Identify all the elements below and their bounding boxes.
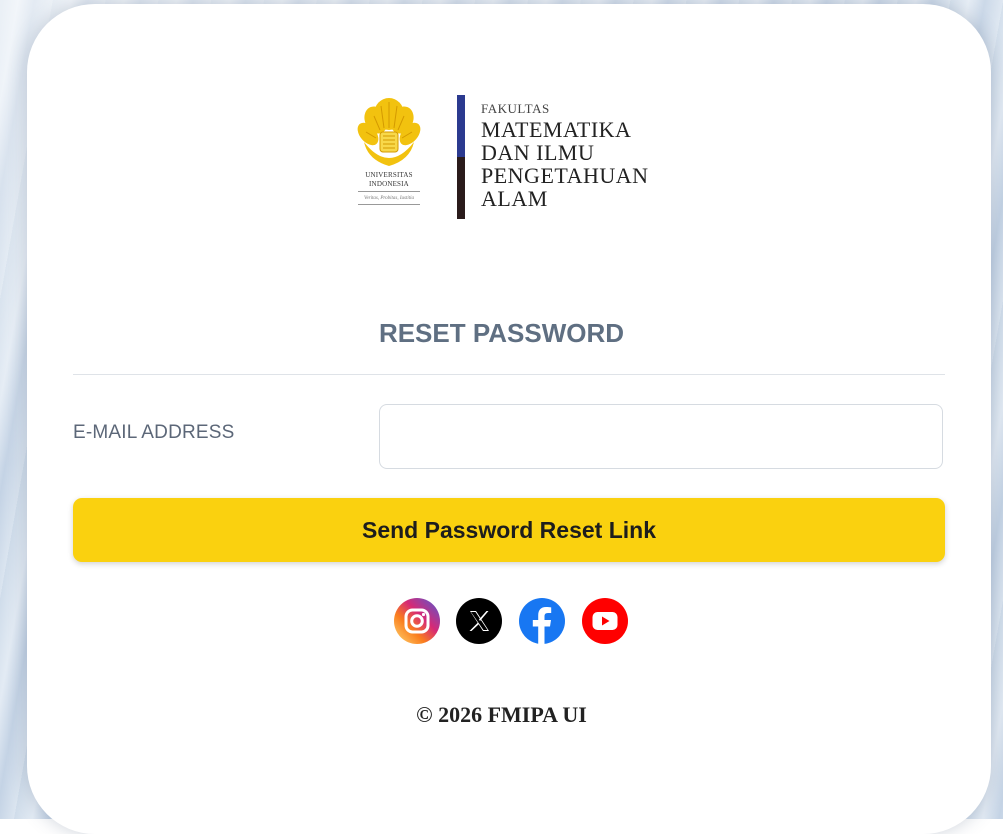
makara-emblem xyxy=(357,98,421,166)
logo-divider-bottom xyxy=(457,157,465,219)
seal-rule xyxy=(358,204,420,205)
x-link[interactable] xyxy=(456,598,502,644)
fmipa-ui-logo: UNIVERSITAS INDONESIA Veritas, Probitas,… xyxy=(354,94,684,224)
instagram-link[interactable] xyxy=(394,598,440,644)
faculty-name-line: DAN ILMU xyxy=(481,140,595,165)
ui-seal-logo: UNIVERSITAS INDONESIA Veritas, Probitas,… xyxy=(354,94,424,214)
copyright-text: © 2026 FMIPA UI xyxy=(416,702,587,727)
email-field[interactable] xyxy=(379,404,943,469)
faculty-name-line: PENGETAHUAN xyxy=(481,163,649,188)
seal-text-universitas: UNIVERSITAS xyxy=(365,171,413,179)
faculty-name-line: MATEMATIKA xyxy=(481,117,632,142)
seal-text-indonesia: INDONESIA xyxy=(369,180,409,188)
youtube-icon xyxy=(582,598,628,644)
send-reset-link-button[interactable]: Send Password Reset Link xyxy=(73,498,945,562)
email-label: E-MAIL ADDRESS xyxy=(73,422,235,443)
facebook-link[interactable] xyxy=(519,598,565,644)
x-icon xyxy=(456,598,502,644)
seal-motto: Veritas, Probitas, Iustitia xyxy=(363,196,415,201)
page-title: RESET PASSWORD xyxy=(378,318,625,348)
faculty-name-line: ALAM xyxy=(481,186,548,211)
seal-rule xyxy=(358,191,420,192)
logo-divider-top xyxy=(457,95,465,157)
title-divider xyxy=(73,374,945,375)
social-links xyxy=(394,598,634,644)
instagram-icon xyxy=(394,598,440,644)
youtube-link[interactable] xyxy=(582,598,628,644)
facebook-icon xyxy=(519,598,565,644)
faculty-label: FAKULTAS xyxy=(481,101,550,116)
